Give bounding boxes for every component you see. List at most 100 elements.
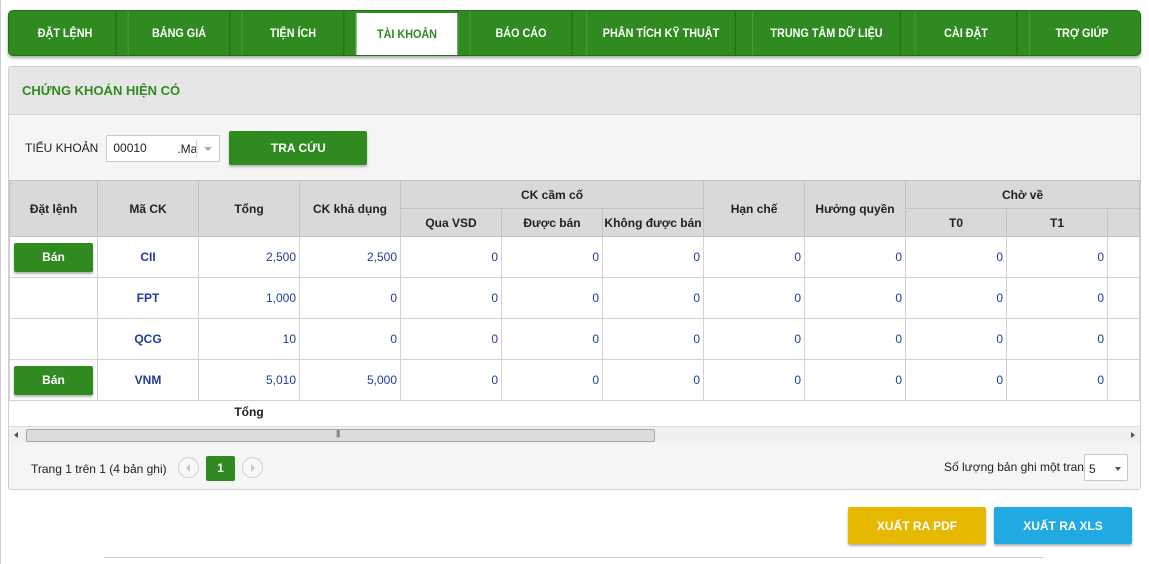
sub-account-select[interactable]: 00010 .Ma [106,134,221,162]
t0-cell: 0 [905,277,1008,319]
header-order: Đặt lệnh [9,180,98,237]
tab-settings[interactable]: CÀI ĐẶT [914,11,1018,55]
header-available: CK khả dụng [299,180,401,237]
t0-cell: 0 [905,318,1008,360]
table-row: Bán CII 2,500 2,500 0 0 0 0 0 0 0 [9,236,1140,278]
t1-cell: 0 [1006,359,1109,401]
t1-cell: 0 [1006,236,1109,278]
tab-account[interactable]: TÀI KHOẢN [355,11,459,55]
tab-order[interactable]: ĐẶT LỆNH [15,11,117,55]
order-cell [9,277,98,319]
total-row: Tổng [9,400,1140,423]
chevron-down-icon [204,146,213,151]
order-cell: Bán [9,359,98,401]
sub-account-label: TIỂU KHOẢN [25,141,99,155]
prev-page-button[interactable] [178,457,199,478]
table-row: Bán VNM 5,010 5,000 0 0 0 0 0 0 0 [9,359,1140,401]
extra-cell [1107,359,1140,401]
next-page-button[interactable] [242,457,263,478]
per-page-value: 5 [1089,462,1096,476]
available-cell: 2,500 [299,236,401,278]
order-cell: Bán [9,236,98,278]
not-sellable-cell: 0 [601,236,705,278]
pagination: Trang 1 trên 1 (4 bản ghi) 1 Số lượng bả… [9,453,1140,483]
t0-cell: 0 [905,359,1008,401]
not-sellable-cell: 0 [601,277,705,319]
extra-cell [1107,318,1140,360]
sell-button[interactable]: Bán [14,242,93,272]
restricted-cell: 0 [703,359,806,401]
header-pledged: CK cầm cố [399,180,705,209]
header-t0: T0 [905,208,1008,237]
search-button[interactable]: TRA CỨU [229,131,368,165]
tab-data-center[interactable]: TRUNG TÂM DỮ LIỆU [752,11,901,55]
chevron-left-icon [186,464,190,472]
scrollbar-thumb[interactable]: ||| [26,429,655,442]
rights-cell: 0 [804,359,907,401]
total-label: Tổng [198,400,300,423]
vsd-cell: 0 [400,277,502,319]
sub-account-suffix: .Ma [177,141,198,156]
sellable-cell: 0 [501,277,603,319]
available-cell: 0 [299,277,401,319]
sell-button[interactable]: Bán [14,365,93,395]
tab-utilities[interactable]: TIỆN ÍCH [241,11,345,55]
chevron-right-icon [251,464,255,472]
sellable-cell: 0 [501,359,603,401]
sellable-cell: 0 [501,236,603,278]
chevron-down-icon [1115,467,1121,471]
total-cell: 10 [198,318,300,360]
per-page-label: Số lượng bản ghi một trang [944,460,1091,474]
table-row: QCG 10 0 0 0 0 0 0 0 0 [9,318,1140,360]
extra-cell [1107,236,1140,278]
total-row-blank [299,400,1140,423]
filter-bar: TIỂU KHOẢN 00010 .Ma TRA CỨU [9,131,368,165]
header-t1: T1 [1006,208,1109,237]
table-row: FPT 1,000 0 0 0 0 0 0 0 0 [9,277,1140,319]
tab-help[interactable]: TRỢ GIÚP [1028,11,1134,55]
select-divider [196,139,198,158]
scroll-right-icon[interactable] [1131,432,1135,438]
tab-technical-analysis[interactable]: PHÂN TÍCH KỸ THUẬT [586,11,736,55]
total-cell: 1,000 [198,277,300,319]
vsd-cell: 0 [400,236,502,278]
tab-price-board[interactable]: BẢNG GIÁ [127,11,231,55]
restricted-cell: 0 [703,277,806,319]
restricted-cell: 0 [703,236,806,278]
total-cell: 2,500 [198,236,300,278]
holdings-table: Đặt lệnh Mã CK Tổng CK khả dụng CK cầm c… [9,180,1140,426]
main-navigation: ĐẶT LỆNH BẢNG GIÁ TIỆN ÍCH TÀI KHOẢN BÁO… [8,10,1141,56]
symbol-cell[interactable]: QCG [97,318,199,360]
per-page-select[interactable]: 5 [1084,454,1128,481]
horizontal-scrollbar[interactable]: ||| [9,426,1140,443]
t0-cell: 0 [905,236,1008,278]
panel-header: CHỨNG KHOÁN HIỆN CÓ [9,67,1140,115]
total-row-blank [97,400,199,423]
header-pledged-sellable: Được bán [501,208,603,237]
header-symbol: Mã CK [97,180,199,237]
rights-cell: 0 [804,318,907,360]
page-number-button[interactable]: 1 [206,456,235,481]
available-cell: 5,000 [299,359,401,401]
order-cell [9,318,98,360]
t1-cell: 0 [1006,277,1109,319]
header-restricted: Hạn chế [703,180,806,237]
total-cell: 5,010 [198,359,300,401]
divider [104,557,1044,558]
symbol-cell[interactable]: CII [97,236,199,278]
symbol-cell[interactable]: VNM [97,359,199,401]
window-frame [0,0,1,564]
export-xls-button[interactable]: XUẤT RA XLS [994,507,1132,544]
header-pending: Chờ về [905,180,1140,209]
header-rights: Hưởng quyền [804,180,907,237]
sellable-cell: 0 [501,318,603,360]
header-pledged-vsd: Qua VSD [400,208,502,237]
scroll-left-icon[interactable] [14,432,18,438]
holdings-panel: CHỨNG KHOÁN HIỆN CÓ TIỂU KHOẢN 00010 .Ma… [8,66,1141,490]
restricted-cell: 0 [703,318,806,360]
export-pdf-button[interactable]: XUẤT RA PDF [848,507,986,544]
t1-cell: 0 [1006,318,1109,360]
symbol-cell[interactable]: FPT [97,277,199,319]
rights-cell: 0 [804,236,907,278]
tab-reports[interactable]: BÁO CÁO [469,11,573,55]
